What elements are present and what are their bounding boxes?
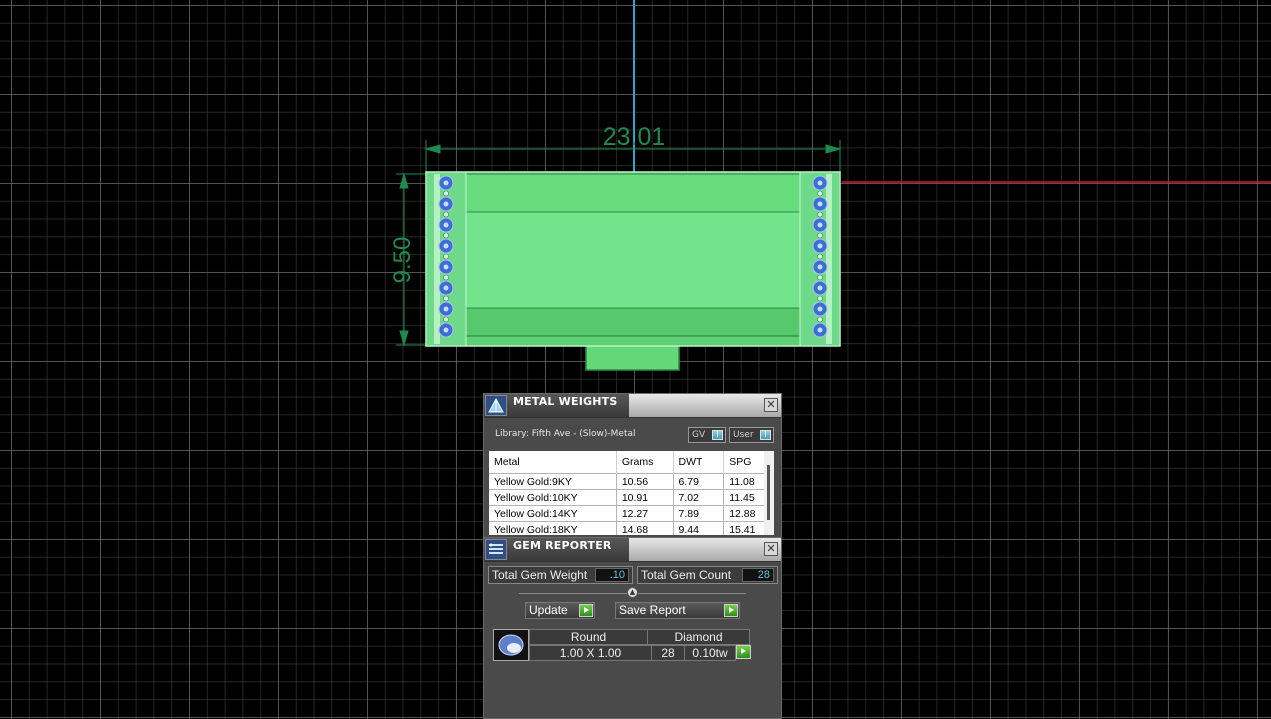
gem-size: 1.00 X 1.00 [529, 645, 652, 661]
column-header[interactable]: Grams [616, 451, 674, 474]
gem-highlight [817, 243, 823, 249]
close-icon[interactable]: ✕ [764, 542, 778, 556]
prong [443, 211, 449, 218]
gem-list: Round Diamond 1.00 X 1.00 28 0.10tw [488, 624, 778, 716]
dwt-cell: 6.79 [673, 473, 725, 490]
total-gem-count-field: Total Gem Count 28 [637, 566, 778, 584]
table-row[interactable]: Yellow Gold:18KY 14.68 9.44 15.41 [489, 521, 774, 535]
metal-weights-panel: METAL WEIGHTS ✕ Library: Fifth Ave - (Sl… [483, 393, 782, 538]
grams-cell: 12.27 [616, 505, 674, 522]
total-gem-weight-value[interactable]: .10 [595, 568, 629, 582]
gem-highlight [443, 264, 449, 270]
save-report-button[interactable]: Save Report [615, 602, 740, 619]
gem-detail-arrow-icon[interactable] [736, 645, 751, 659]
gem-highlight [443, 180, 449, 186]
grams-cell: 10.56 [616, 473, 674, 490]
metal-cell: Yellow Gold:10KY [489, 489, 617, 506]
table-header-row: Metal Grams DWT SPG [489, 451, 774, 474]
metal-weights-titlebar[interactable]: METAL WEIGHTS ✕ [484, 394, 781, 418]
gem-highlight [443, 285, 449, 291]
library-label: Library: Fifth Ave - (Slow)-Metal [495, 429, 636, 439]
user-toggle[interactable]: User I [729, 427, 774, 443]
prong [443, 295, 449, 302]
gem-reporter-titlebar[interactable]: GEM REPORTER ✕ [484, 538, 781, 562]
update-button-label: Update [529, 603, 568, 617]
gem-highlight [817, 180, 823, 186]
gem-highlight [443, 201, 449, 207]
prong [817, 295, 823, 302]
gem-count: 28 [651, 645, 685, 661]
prong [817, 190, 823, 197]
update-button[interactable]: Update [525, 602, 595, 619]
play-arrow-icon [724, 604, 738, 617]
dwt-cell: 7.89 [673, 505, 725, 522]
collapse-icon[interactable]: ▲ [627, 587, 638, 598]
gem-reporter-title: GEM REPORTER [513, 539, 612, 552]
metal-weights-title: METAL WEIGHTS [513, 395, 618, 408]
gem-highlight [443, 222, 449, 228]
prong [817, 316, 823, 323]
gv-toggle[interactable]: GV I [688, 427, 726, 443]
prong [443, 253, 449, 260]
prong [817, 253, 823, 260]
total-gem-weight-label: Total Gem Weight [492, 568, 588, 582]
dwt-cell: 9.44 [673, 521, 725, 535]
gem-material: Diamond [647, 629, 750, 645]
gem-list-icon [485, 539, 507, 560]
gem-highlight [817, 306, 823, 312]
gem-reporter-panel: GEM REPORTER ✕ Total Gem Weight .10 Tota… [483, 537, 782, 719]
dimension-width-label: 23.01 [603, 123, 666, 151]
toggle-knob-icon: I [712, 430, 723, 440]
total-gem-count-label: Total Gem Count [641, 568, 732, 582]
gem-weight: 0.10tw [684, 645, 736, 661]
gem-highlight [443, 327, 449, 333]
gem-highlight [817, 264, 823, 270]
metal-cell: Yellow Gold:14KY [489, 505, 617, 522]
round-gem-icon[interactable] [493, 629, 529, 661]
table-scrollbar[interactable] [764, 451, 774, 535]
prong [443, 190, 449, 197]
dimension-height-label: 9.50 [389, 237, 416, 284]
gem-shape: Round [529, 629, 648, 645]
gem-highlight [817, 201, 823, 207]
gem-highlight [817, 222, 823, 228]
ring-model [425, 171, 841, 371]
grams-cell: 14.68 [616, 521, 674, 535]
gem-highlight [443, 243, 449, 249]
column-header[interactable]: Metal [489, 451, 617, 474]
table-row[interactable]: Yellow Gold:9KY 10.56 6.79 11.08 [489, 473, 774, 490]
save-report-label: Save Report [619, 603, 686, 617]
toggle-knob-icon: I [760, 430, 771, 440]
prong [817, 232, 823, 239]
prong [817, 211, 823, 218]
metal-weights-table[interactable]: Metal Grams DWT SPG Yellow Gold:9KY 10.5… [489, 451, 774, 535]
total-gem-weight-field: Total Gem Weight .10 [488, 566, 633, 584]
prong [443, 232, 449, 239]
grams-cell: 10.91 [616, 489, 674, 506]
dwt-cell: 7.02 [673, 489, 725, 506]
gem-highlight [817, 327, 823, 333]
gem-highlight [817, 285, 823, 291]
table-row[interactable]: Yellow Gold:14KY 12.27 7.89 12.88 [489, 505, 774, 522]
prong [817, 274, 823, 281]
column-header[interactable]: DWT [673, 451, 725, 474]
table-row[interactable]: Yellow Gold:10KY 10.91 7.02 11.45 [489, 489, 774, 506]
user-toggle-label: User [733, 430, 754, 440]
prong [443, 274, 449, 281]
metal-cell: Yellow Gold:18KY [489, 521, 617, 535]
pyramid-icon [485, 395, 507, 416]
metal-cell: Yellow Gold:9KY [489, 473, 617, 490]
gv-toggle-label: GV [692, 430, 706, 440]
play-arrow-icon [579, 604, 593, 617]
gem-highlight [443, 306, 449, 312]
total-gem-count-value[interactable]: 28 [742, 568, 774, 582]
prong [443, 316, 449, 323]
close-icon[interactable]: ✕ [764, 398, 778, 412]
